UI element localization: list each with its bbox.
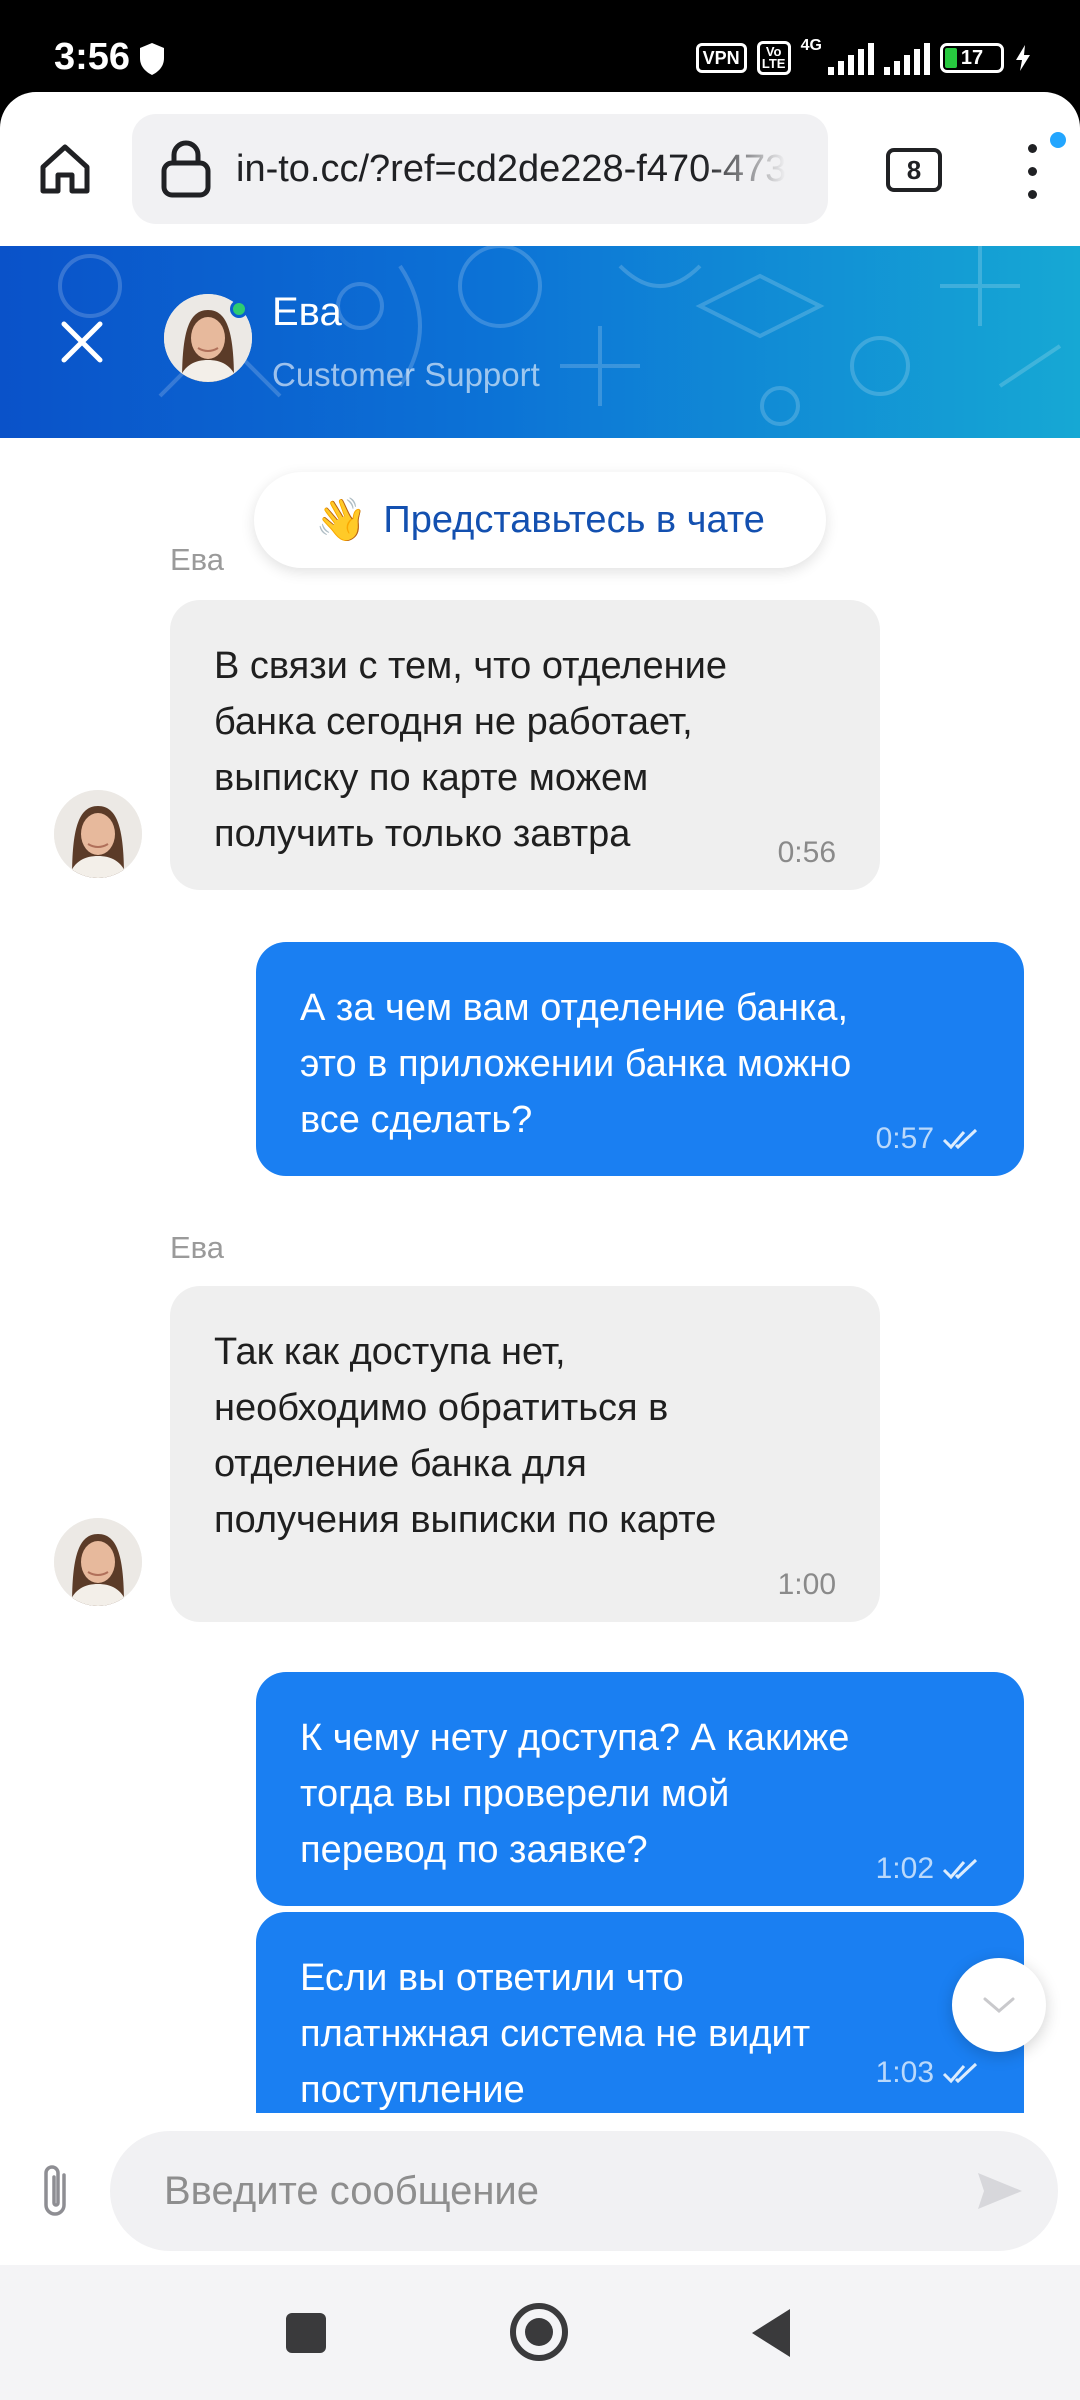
message-line: В связи с тем, что отделение [214,645,727,687]
double-check-icon [942,1858,978,1880]
close-icon[interactable] [56,316,108,368]
agent-avatar [54,1518,142,1606]
shield-icon [140,43,164,75]
send-icon[interactable] [976,2169,1024,2213]
home-button[interactable] [30,134,100,204]
notification-dot [1050,132,1066,148]
header-pattern [58,246,1062,426]
message-time-wrap: 1:02 [876,1854,980,1884]
message-line: получения выписки по карте [214,1499,717,1541]
scroll-down-button[interactable] [952,1958,1046,2052]
lock-icon [161,140,211,198]
home-nav-button[interactable] [510,2303,568,2361]
message-composer [0,2113,1080,2265]
message-time: 0:56 [777,836,836,869]
chat-header: Ева Customer Support [0,246,1080,438]
message-time: 1:03 [875,2056,934,2089]
message-line: это в приложении банка можно [300,1043,852,1085]
agent-avatar [54,790,142,878]
message-line: Если вы ответили что [300,1957,684,1999]
status-bar: 3:56 VPN Vo LTE 4G 17 [0,0,1080,92]
online-status-dot [230,300,248,318]
battery-icon: 17 [940,43,1004,73]
waving-hand-icon: 👋 [315,496,368,543]
outgoing-message: А за чем вам отделение банка, это в прил… [256,942,1024,1176]
message-line: получить только завтра [214,813,631,855]
system-nav-bar [0,2265,1080,2400]
vpn-badge: VPN [695,43,747,73]
paperclip-icon[interactable] [36,2161,76,2223]
message-line: отделение банка для [214,1443,587,1485]
message-time-wrap: 1:03 [876,2058,980,2088]
volte-badge: Vo LTE [756,41,791,75]
signal-icon-2 [884,41,930,75]
tabs-button[interactable]: 8 [886,148,942,192]
message-line: тогда вы проверели мой [300,1773,730,1815]
message-list: 👋 Представьтесь в чате Ева В связи с тем… [0,438,1080,2113]
signal-icon [828,41,874,75]
message-line: необходимо обратиться в [214,1387,669,1429]
message-time: 0:57 [875,1122,934,1155]
message-line: А за чем вам отделение банка, [300,987,849,1029]
chevron-down-icon [983,1997,1015,2013]
double-check-icon [942,2062,978,2084]
browser-toolbar: in-to.cc/?ref=cd2de228-f470-473 8 [0,92,1080,246]
charging-icon [1016,45,1030,71]
outgoing-message: К чему нету доступа? А какиже тогда вы п… [256,1672,1024,1906]
outgoing-message: Если вы ответили что платнжная система н… [256,1912,1024,2113]
recent-apps-button[interactable] [286,2313,326,2353]
back-button[interactable] [752,2309,790,2357]
message-time: 1:02 [875,1852,934,1885]
message-line: Так как доступа нет, [214,1331,566,1373]
network-type: 4G [800,37,822,54]
url-text: in-to.cc/?ref=cd2de228-f470-473 [236,147,787,190]
message-line: банка сегодня не работает, [214,701,693,743]
introduce-label: Представьтесь в чате [383,498,765,541]
sender-label: Ева [170,542,225,577]
agent-role: Customer Support [272,356,540,393]
home-icon [40,144,90,194]
battery-level: 17 [960,46,984,69]
incoming-message: В связи с тем, что отделение банка сегод… [170,600,880,890]
introduce-yourself-button[interactable]: 👋 Представьтесь в чате [254,472,826,568]
message-line: платнжная система не видит [300,2013,811,2055]
double-check-icon [942,1128,978,1150]
message-time: 1:00 [777,1568,836,1601]
incoming-message: Так как доступа нет, необходимо обратить… [170,1286,880,1622]
agent-name: Ева [272,290,342,334]
message-input[interactable] [110,2131,1058,2251]
status-time: 3:56 [54,36,131,78]
status-icons: VPN Vo LTE 4G 17 [695,37,1032,78]
message-line: выписку по карте можем [214,757,649,799]
menu-button[interactable] [1020,140,1044,204]
sender-label: Ева [170,1230,225,1265]
message-line: К чему нету доступа? А какиже [300,1717,850,1759]
message-time-wrap: 0:57 [876,1124,980,1154]
address-bar[interactable]: in-to.cc/?ref=cd2de228-f470-473 [132,114,828,224]
